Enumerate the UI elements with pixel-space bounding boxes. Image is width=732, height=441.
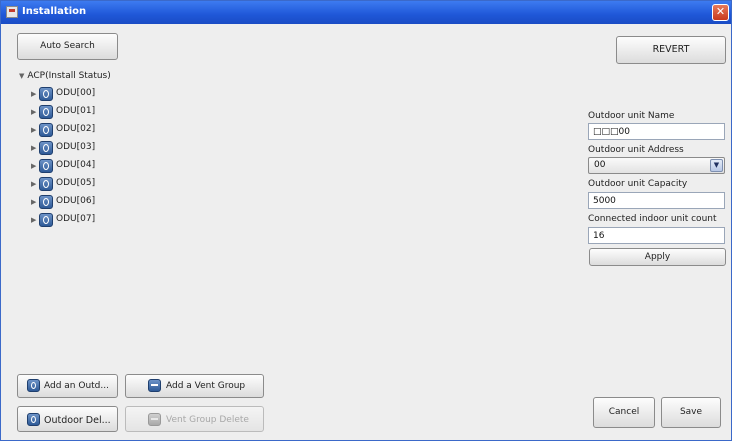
vent-group-delete-button[interactable]: Vent Group Delete	[125, 406, 264, 432]
outdoor-delete-button[interactable]: Outdoor Del...	[17, 406, 118, 432]
add-outdoor-unit-label: Add an Outd...	[44, 381, 109, 391]
tree-root-label: ACP(Install Status)	[27, 71, 111, 81]
installation-window: Installation ✕ Auto Search REVERT ▼ ACP(I…	[0, 0, 732, 441]
expanded-caret-icon: ▼	[19, 72, 25, 80]
outdoor-unit-icon	[27, 413, 40, 426]
app-window-icon	[6, 6, 18, 18]
add-vent-group-button[interactable]: Add a Vent Group	[125, 374, 264, 398]
apply-button[interactable]: Apply	[589, 248, 726, 266]
dropdown-arrow-icon[interactable]: ▼	[710, 159, 723, 172]
tree-item-label: ODU[05]	[56, 178, 96, 188]
outdoor-unit-name-label: Outdoor unit Name	[588, 111, 675, 121]
save-button[interactable]: Save	[661, 397, 721, 428]
tree-item-label: ODU[06]	[56, 196, 96, 206]
collapsed-caret-icon[interactable]: ▶	[31, 126, 36, 134]
outdoor-delete-label: Outdoor Del...	[44, 415, 111, 426]
outdoor-unit-capacity-label: Outdoor unit Capacity	[588, 179, 688, 189]
outdoor-unit-icon	[39, 105, 53, 119]
outdoor-unit-icon	[27, 379, 40, 392]
close-button[interactable]: ✕	[712, 4, 729, 21]
vent-group-icon	[148, 413, 161, 426]
collapsed-caret-icon[interactable]: ▶	[31, 90, 36, 98]
collapsed-caret-icon[interactable]: ▶	[31, 180, 36, 188]
add-outdoor-unit-button[interactable]: Add an Outd...	[17, 374, 118, 398]
collapsed-caret-icon[interactable]: ▶	[31, 108, 36, 116]
outdoor-unit-icon	[39, 213, 53, 227]
outdoor-unit-address-label: Outdoor unit Address	[588, 145, 684, 155]
outdoor-unit-icon	[39, 159, 53, 173]
outdoor-unit-icon	[39, 195, 53, 209]
collapsed-caret-icon[interactable]: ▶	[31, 216, 36, 224]
connected-indoor-count-label: Connected indoor unit count	[588, 214, 717, 224]
collapsed-caret-icon[interactable]: ▶	[31, 198, 36, 206]
address-selected-value: 00	[594, 160, 606, 170]
outdoor-unit-icon	[39, 123, 53, 137]
tree-item-label: ODU[00]	[56, 88, 96, 98]
window-title: Installation	[22, 6, 87, 17]
add-vent-group-label: Add a Vent Group	[166, 381, 246, 391]
tree-item-label: ODU[04]	[56, 160, 96, 170]
connected-indoor-count-field[interactable]	[588, 227, 725, 244]
collapsed-caret-icon[interactable]: ▶	[31, 162, 36, 170]
tree-item-label: ODU[03]	[56, 142, 96, 152]
title-bar: Installation ✕	[1, 1, 731, 24]
outdoor-unit-icon	[39, 141, 53, 155]
cancel-button[interactable]: Cancel	[593, 397, 655, 428]
outdoor-unit-icon	[39, 87, 53, 101]
tree-item-label: ODU[07]	[56, 214, 96, 224]
outdoor-unit-address-select[interactable]: 00 ▼	[588, 157, 725, 174]
tree-root-node[interactable]: ▼ ACP(Install Status)	[19, 71, 111, 81]
collapsed-caret-icon[interactable]: ▶	[31, 144, 36, 152]
outdoor-unit-icon	[39, 177, 53, 191]
tree-item-label: ODU[02]	[56, 124, 96, 134]
revert-button[interactable]: REVERT	[616, 36, 726, 64]
outdoor-unit-capacity-field[interactable]	[588, 192, 725, 209]
vent-group-icon	[148, 379, 161, 392]
vent-group-delete-label: Vent Group Delete	[166, 415, 249, 425]
outdoor-unit-name-field[interactable]	[588, 123, 725, 140]
tree-item-label: ODU[01]	[56, 106, 96, 116]
auto-search-button[interactable]: Auto Search	[17, 33, 118, 60]
